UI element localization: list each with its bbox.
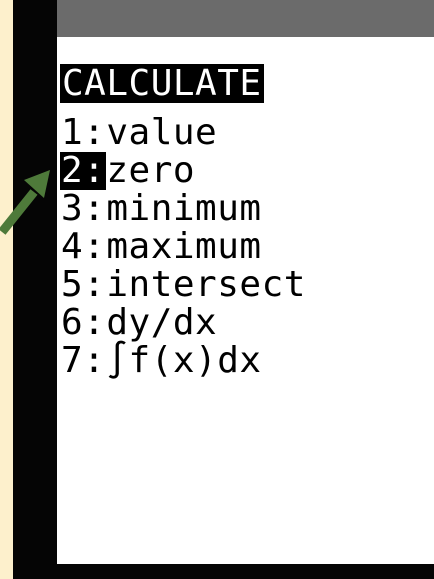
menu-item-number: 7: <box>61 340 106 381</box>
menu-item-label: dy/dx <box>106 302 218 343</box>
menu-item-number: 3: <box>61 188 106 229</box>
menu-item-integral[interactable]: 7:∫f(x)dx <box>60 342 306 380</box>
menu-item-number: 1: <box>61 112 106 153</box>
calculate-menu: 1:value 2:zero 3:minimum 4:maximum 5:int… <box>60 114 306 380</box>
calculator-screen: CALCULATE 1:value 2:zero 3:minimum 4:max… <box>57 37 434 564</box>
menu-item-zero[interactable]: 2:zero <box>60 152 306 190</box>
arrow-shaft <box>0 189 38 235</box>
menu-item-label: zero <box>106 150 196 191</box>
menu-item-maximum[interactable]: 4:maximum <box>60 228 306 266</box>
menu-item-label: maximum <box>106 226 262 267</box>
menu-item-number: 2: <box>60 150 107 191</box>
menu-item-number: 4: <box>61 226 106 267</box>
screen-top-strip <box>57 0 434 37</box>
menu-item-minimum[interactable]: 3:minimum <box>60 190 306 228</box>
menu-item-intersect[interactable]: 5:intersect <box>60 266 306 304</box>
menu-item-number: 6: <box>61 302 106 343</box>
menu-title: CALCULATE <box>60 63 264 104</box>
menu-item-value[interactable]: 1:value <box>60 114 306 152</box>
menu-item-derivative[interactable]: 6:dy/dx <box>60 304 306 342</box>
menu-item-label: intersect <box>106 264 306 305</box>
menu-item-number: 5: <box>61 264 106 305</box>
menu-item-label: minimum <box>106 188 262 229</box>
menu-item-label: ∫f(x)dx <box>106 340 262 381</box>
menu-item-label: value <box>106 112 218 153</box>
green-arrow-icon <box>0 170 50 235</box>
